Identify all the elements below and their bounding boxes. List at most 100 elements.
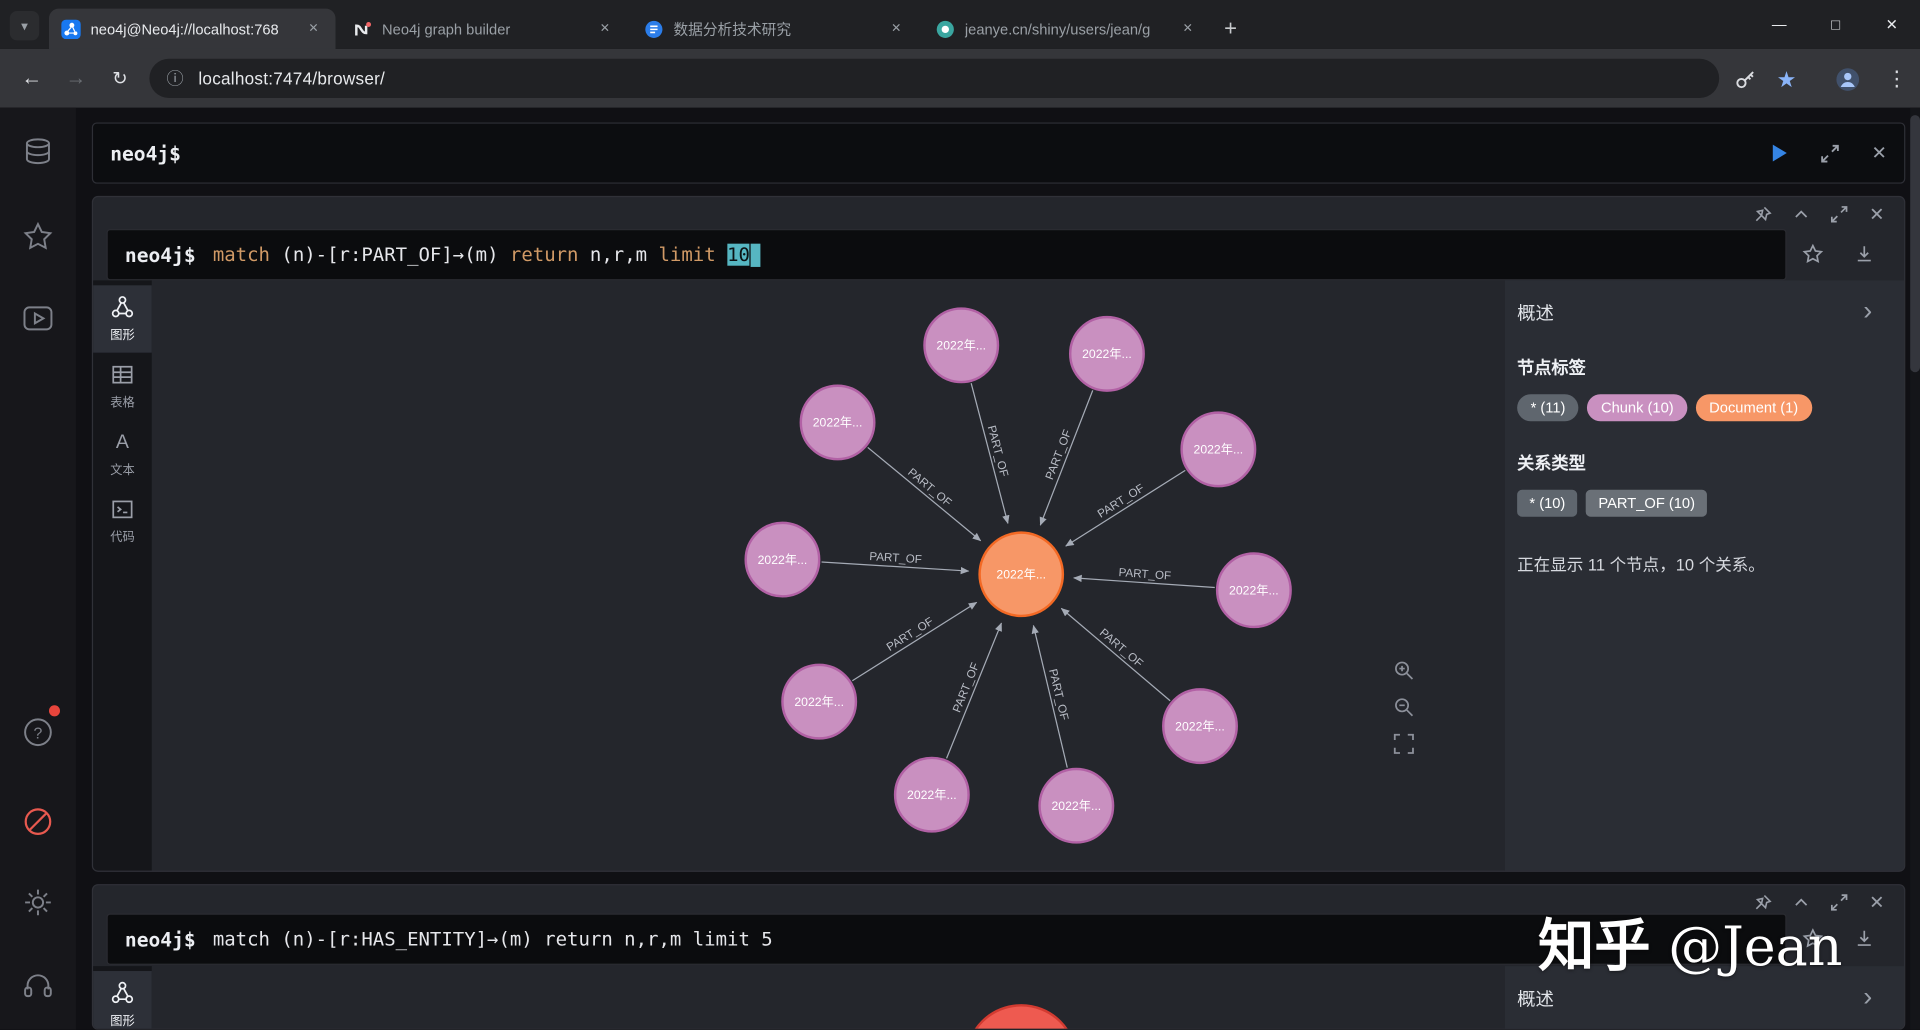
graph-edge[interactable]: [867, 446, 982, 542]
menu-dots-icon[interactable]: ⋮: [1883, 66, 1910, 93]
tab-search-button[interactable]: ▾: [9, 11, 40, 41]
edge-label: PART_OF: [1043, 428, 1074, 482]
scrollbar[interactable]: [1910, 107, 1920, 1030]
minimize-button[interactable]: —: [1751, 0, 1807, 49]
download-icon[interactable]: [1854, 928, 1875, 949]
tab-close-icon[interactable]: ✕: [304, 19, 324, 39]
svg-text:A: A: [116, 431, 130, 453]
overview-title: 概述: [1517, 303, 1554, 325]
node-label: 2022年...: [1175, 719, 1225, 733]
view-tab-text[interactable]: A 文本: [93, 420, 152, 487]
query-input[interactable]: neo4j$ match (n)-[r:HAS_ENTITY]→(m) retu…: [106, 913, 1787, 993]
graph-canvas[interactable]: [151, 966, 1505, 1029]
bookmark-star-icon[interactable]: ★: [1773, 66, 1800, 93]
node-badge-document[interactable]: Document (1): [1695, 394, 1812, 422]
site-info-icon[interactable]: ⓘ: [167, 66, 184, 90]
database-icon[interactable]: [22, 136, 54, 168]
node-label: 2022年...: [907, 788, 957, 802]
favorite-query-icon[interactable]: [1802, 243, 1824, 265]
favorites-star-icon[interactable]: [22, 220, 54, 252]
view-tab-graph[interactable]: 图形: [93, 971, 152, 1029]
result-view-tabs: 图形 表格 A 文本 代码: [93, 280, 152, 871]
profile-avatar[interactable]: [1834, 66, 1861, 93]
shiny-favicon: [936, 19, 956, 39]
query-text: match (n)-[r:HAS_ENTITY]→(m) return n,r,…: [212, 928, 773, 951]
zoom-fit-icon[interactable]: [1393, 733, 1414, 754]
collapse-panel-icon[interactable]: ›: [1863, 981, 1872, 1013]
data-analysis-favicon: [644, 19, 664, 39]
zoom-in-icon[interactable]: [1393, 660, 1414, 681]
graph-canvas[interactable]: PART_OF PART_OF PART_OF PART_OF PART_OF PART_…: [151, 280, 1505, 871]
node-badge-chunk[interactable]: Chunk (10): [1587, 394, 1688, 422]
back-button[interactable]: ←: [17, 64, 46, 93]
node-badge-all[interactable]: * (11): [1517, 394, 1579, 422]
query-text: n,r,m: [578, 243, 659, 266]
fullscreen-icon[interactable]: [1821, 144, 1840, 162]
scrollbar-thumb[interactable]: [1910, 115, 1920, 373]
view-tab-graph[interactable]: 图形: [93, 285, 152, 353]
node-label: 2022年...: [813, 416, 863, 430]
graph-node[interactable]: [966, 1004, 1076, 1029]
tab-neo4j-browser[interactable]: neo4j@Neo4j://localhost:768 ✕: [48, 8, 336, 49]
pin-icon[interactable]: [1754, 203, 1773, 225]
close-frame-icon[interactable]: ✕: [1869, 891, 1884, 914]
graph-edge[interactable]: [1039, 390, 1094, 526]
tab-close-icon[interactable]: ✕: [1178, 19, 1198, 39]
collapse-panel-icon[interactable]: ›: [1863, 295, 1872, 327]
graph-edge[interactable]: [1065, 469, 1186, 547]
tab-close-icon[interactable]: ✕: [595, 19, 615, 39]
reload-button[interactable]: ↻: [105, 64, 134, 93]
browser-window: ▾ neo4j@Neo4j://localhost:768 ✕ Neo4j gr…: [0, 0, 1920, 1030]
node-label-badges: * (11) Chunk (10) Document (1): [1517, 394, 1904, 422]
view-tab-label: 表格: [110, 396, 135, 411]
url-text: localhost:7474/browser/: [198, 68, 386, 89]
graph-edge[interactable]: [945, 622, 1003, 759]
edge-label: PART_OF: [905, 466, 954, 509]
disconnected-icon[interactable]: [22, 806, 54, 838]
graph-edge[interactable]: [1060, 607, 1171, 702]
forward-button[interactable]: →: [61, 64, 90, 93]
maximize-button[interactable]: □: [1807, 0, 1863, 49]
close-editor-icon[interactable]: ✕: [1872, 142, 1887, 164]
tab-shiny-app[interactable]: jeanye.cn/shiny/users/jean/g ✕: [923, 9, 1210, 49]
rel-badge-part-of[interactable]: PART_OF (10): [1586, 489, 1708, 517]
graph-edge[interactable]: [852, 601, 978, 682]
tab-bar: ▾ neo4j@Neo4j://localhost:768 ✕ Neo4j gr…: [0, 0, 1920, 49]
edge-label: PART_OF: [869, 550, 922, 566]
node-label: 2022年...: [1082, 347, 1132, 361]
zoom-controls: [1393, 660, 1414, 754]
view-tab-table[interactable]: 表格: [93, 353, 152, 420]
query-input[interactable]: neo4j$ match (n)-[r:PART_OF]→(m) return …: [106, 228, 1787, 309]
watermark-brand: 知乎: [1537, 913, 1651, 978]
zoom-out-icon[interactable]: [1393, 697, 1414, 718]
help-icon[interactable]: ?: [22, 716, 54, 748]
collapse-icon[interactable]: [1793, 203, 1810, 225]
overview-panel: › 概述 节点标签 * (11) Chunk (10) Document (1)…: [1504, 280, 1905, 871]
text-icon: A: [116, 431, 130, 453]
query-prompt: neo4j$: [124, 927, 196, 951]
view-tab-code[interactable]: 代码: [93, 487, 152, 554]
tab-title: 数据分析技术研究: [673, 20, 792, 38]
neo4j-browser-app: ? neo4j$ ✕ ✕ neo4j$ match (n)-[r:PART_OF…: [0, 107, 1920, 1030]
close-frame-icon[interactable]: ✕: [1869, 203, 1884, 225]
guides-play-icon[interactable]: [22, 302, 54, 334]
password-key-icon[interactable]: [1731, 66, 1758, 93]
rel-badge-all[interactable]: * (10): [1517, 489, 1578, 517]
cypher-editor-bar[interactable]: neo4j$ ✕: [91, 122, 1906, 184]
tab-title: neo4j@Neo4j://localhost:768: [90, 20, 279, 38]
tab-close-icon[interactable]: ✕: [887, 19, 907, 39]
download-icon[interactable]: [1854, 244, 1875, 265]
close-button[interactable]: ✕: [1864, 0, 1920, 49]
tab-data-analysis[interactable]: 数据分析技术研究 ✕: [632, 9, 919, 49]
headset-icon[interactable]: [22, 970, 54, 1002]
run-query-icon[interactable]: [1771, 143, 1789, 163]
expand-icon[interactable]: [1831, 203, 1848, 225]
code-icon: [112, 500, 133, 519]
address-bar[interactable]: ⓘ localhost:7474/browser/: [149, 58, 1720, 98]
new-tab-button[interactable]: +: [1215, 12, 1247, 44]
result-frame-part-of: ✕ neo4j$ match (n)-[r:PART_OF]→(m) retur…: [91, 195, 1906, 872]
node-label: 2022年...: [1051, 799, 1101, 813]
tab-graph-builder[interactable]: Neo4j graph builder ✕: [340, 9, 627, 49]
settings-gear-icon[interactable]: [22, 887, 54, 919]
overview-title: 概述: [1517, 989, 1554, 1011]
